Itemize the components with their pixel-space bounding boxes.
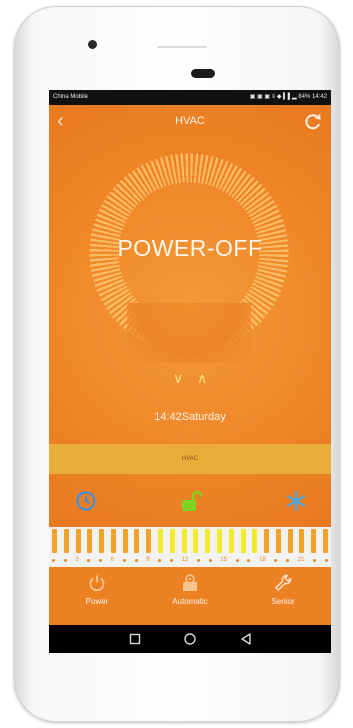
schedule-bar[interactable]	[110, 529, 116, 553]
back-triangle-icon[interactable]	[239, 632, 253, 646]
schedule-bar[interactable]	[264, 529, 270, 553]
hour-label: 12	[181, 557, 189, 563]
power-label: Power	[85, 597, 109, 606]
schedule-bar[interactable]	[63, 529, 69, 553]
time-day-label: 14:42Saturday	[154, 411, 226, 423]
decrease-button[interactable]: ∨	[173, 370, 183, 387]
wrench-icon	[275, 574, 292, 591]
schedule-bar[interactable]	[252, 529, 258, 553]
schedule-bar[interactable]	[311, 529, 317, 553]
schedule-bar[interactable]	[193, 529, 199, 553]
schedule-bar[interactable]	[87, 529, 93, 553]
scale-dot	[158, 558, 162, 562]
system-navigation	[49, 625, 331, 653]
hour-label: 21	[297, 557, 305, 563]
hour-label: 15	[220, 557, 228, 563]
scale-dot	[52, 558, 55, 562]
scale-dot	[122, 558, 126, 562]
scale-dot	[169, 558, 173, 562]
automatic-label: Automatic	[172, 597, 208, 606]
unlock-icon[interactable]	[180, 490, 202, 512]
scale-dot	[274, 558, 278, 562]
hour-label: 18	[259, 557, 266, 563]
schedule-bar[interactable]	[216, 529, 222, 553]
increase-button[interactable]: ∧	[197, 370, 207, 387]
power-button[interactable]: Power	[57, 573, 137, 621]
scale-dot	[196, 558, 200, 562]
schedule-bar[interactable]	[287, 529, 293, 553]
recent-apps-icon[interactable]	[128, 632, 142, 646]
mode-bar[interactable]: HVAC	[49, 444, 331, 474]
hvac-app: ‹ HVAC POWER-OFF ∨ ∧ 14:42Saturday HVAC	[49, 105, 331, 625]
hour-label: 3	[75, 557, 79, 563]
phone-frame: China Mobile ▣ ▣ ▣ ≡ ◆ ▍▌▂ 84% 14:42 ‹ H…	[14, 6, 340, 722]
power-icon	[89, 575, 105, 592]
scale-dot	[235, 558, 239, 562]
refresh-icon[interactable]	[303, 112, 323, 132]
front-camera	[88, 40, 97, 49]
automatic-button[interactable]: Automatic	[150, 573, 230, 621]
scale-dot	[99, 558, 103, 562]
status-bar: China Mobile ▣ ▣ ▣ ≡ ◆ ▍▌▂ 84% 14:42	[49, 90, 331, 105]
scale-dot	[313, 558, 317, 562]
senior-label: Senior	[271, 597, 295, 606]
fan-icon	[183, 574, 197, 591]
status-icons: ▣ ▣ ▣ ≡ ◆ ▍▌▂ 84% 14:42	[249, 94, 327, 100]
hour-label: 9	[146, 557, 150, 563]
scale-dot	[134, 558, 138, 562]
senior-button[interactable]: Senior	[243, 573, 323, 621]
scale-dot	[286, 558, 290, 562]
schedule-strip[interactable]: 3 6 9 12 15 18 21	[49, 527, 331, 567]
power-status: POWER-OFF	[117, 235, 263, 261]
schedule-bar[interactable]	[134, 529, 140, 553]
bottom-nav: Power Automatic Senior	[49, 567, 331, 625]
scale-dot	[324, 558, 328, 562]
schedule-bar[interactable]	[169, 529, 175, 553]
quick-actions	[49, 482, 331, 518]
page-title: HVAC	[175, 115, 205, 127]
schedule-bar[interactable]	[52, 529, 57, 553]
home-icon[interactable]	[183, 632, 197, 646]
app-header: ‹ HVAC	[49, 105, 331, 139]
schedule-bar[interactable]	[228, 529, 234, 553]
scale-dot	[87, 558, 91, 562]
schedule-bar[interactable]	[158, 529, 164, 553]
hour-label: 6	[110, 557, 115, 563]
schedule-bar[interactable]	[181, 529, 187, 553]
schedule-bar[interactable]	[275, 529, 281, 553]
earpiece-speaker	[191, 69, 215, 78]
sensor-line	[157, 46, 207, 48]
schedule-bar[interactable]	[75, 529, 81, 553]
hour-scale: 3 6 9 12 15 18 21	[52, 555, 328, 565]
phone-screen: China Mobile ▣ ▣ ▣ ≡ ◆ ▍▌▂ 84% 14:42 ‹ H…	[49, 90, 331, 653]
schedule-bar[interactable]	[146, 529, 152, 553]
schedule-bar[interactable]	[240, 529, 246, 553]
schedule-bar[interactable]	[299, 529, 305, 553]
schedule-bar[interactable]	[322, 529, 328, 553]
timer-icon[interactable]	[75, 490, 97, 512]
scale-dot	[208, 558, 212, 562]
carrier-label: China Mobile	[53, 94, 89, 100]
snowflake-icon[interactable]	[285, 490, 307, 512]
schedule-bar[interactable]	[99, 529, 105, 553]
schedule-bars	[52, 529, 328, 553]
schedule-bar[interactable]	[205, 529, 211, 553]
schedule-bar[interactable]	[122, 529, 128, 553]
scale-dot	[63, 558, 67, 562]
scale-dot	[247, 558, 251, 562]
dial-gap	[127, 303, 251, 363]
